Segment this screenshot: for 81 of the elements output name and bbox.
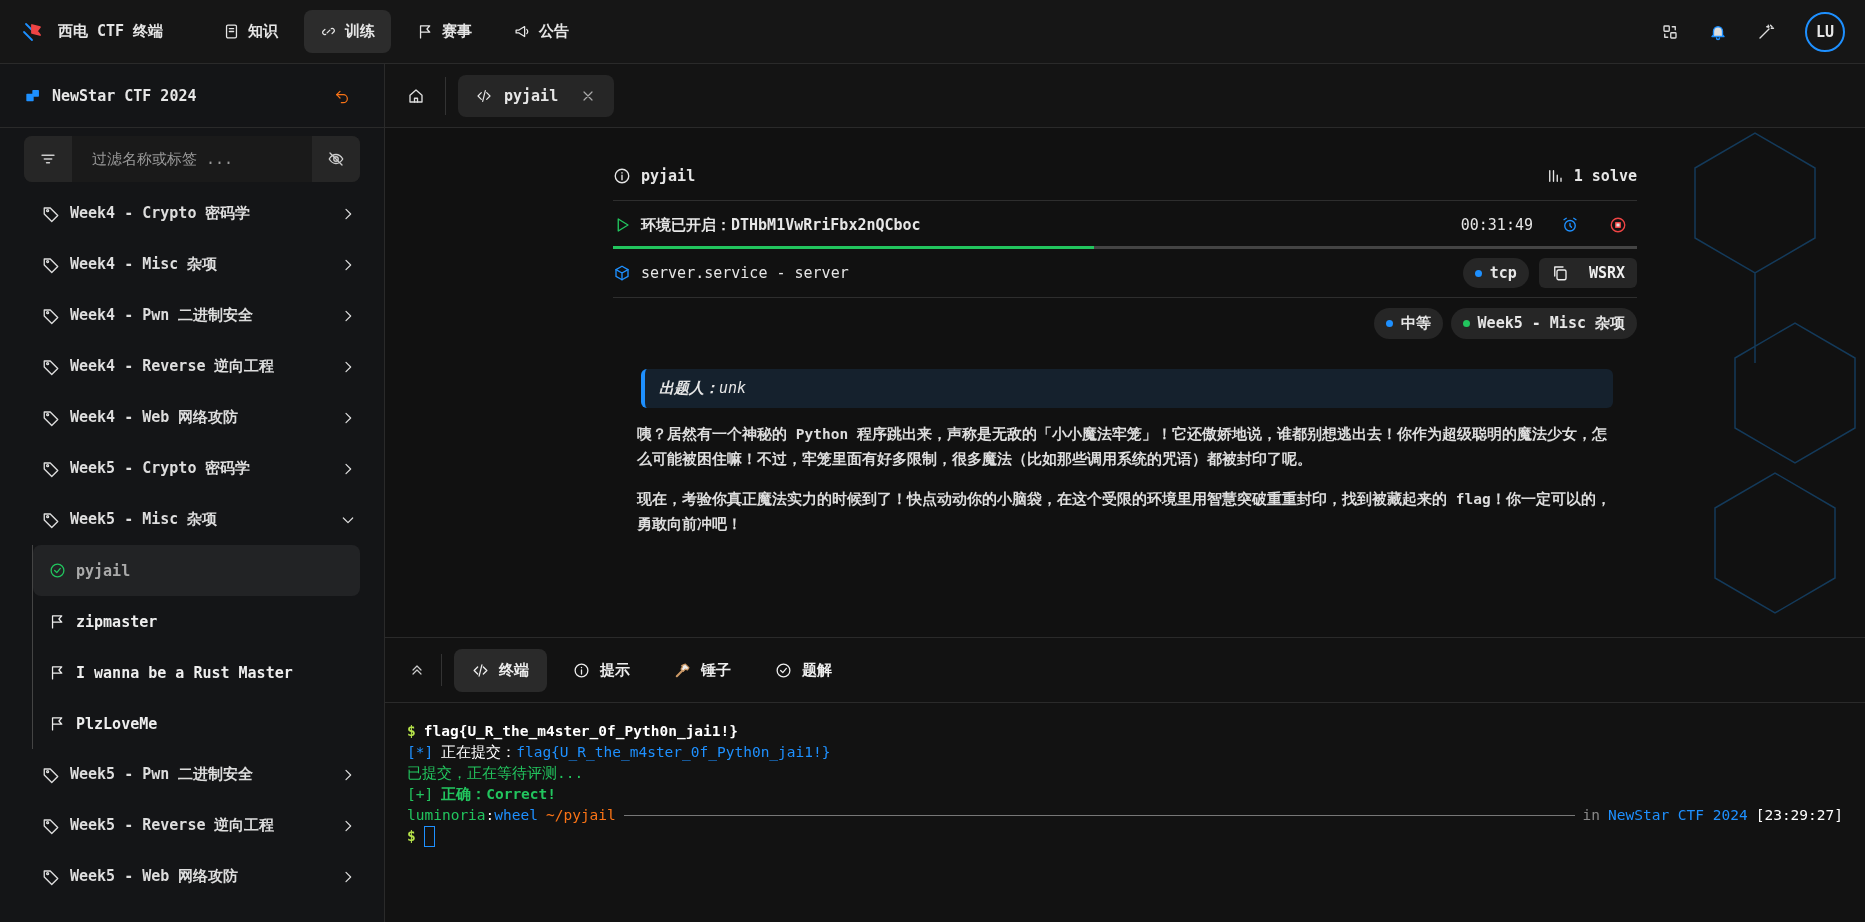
nav-tab[interactable]: 赛事 <box>401 10 489 53</box>
category-item[interactable]: Week4 - Crypto 密码学 <box>0 188 384 239</box>
category-item[interactable]: Week5 - Web 网络攻防 <box>0 851 384 902</box>
info-icon <box>573 661 590 679</box>
wsrx-button[interactable]: WSRX <box>1538 258 1637 288</box>
tag-icon <box>42 204 60 223</box>
terminal-command: flag{U_R_the_m4ster_0f_Pyth0n_jai1!} <box>423 722 738 742</box>
challenge-item[interactable]: pyjail <box>33 545 360 596</box>
nav-tab[interactable]: 公告 <box>498 10 586 53</box>
tag-icon <box>42 408 60 427</box>
protocol-badge: tcp <box>1462 258 1529 288</box>
tag-chip: 中等 <box>1373 308 1443 339</box>
editor-tab[interactable]: pyjail <box>458 74 615 117</box>
hammer-icon <box>674 661 691 679</box>
tag-icon <box>42 255 60 274</box>
terminal-value: flag{U_R_the_m4ster_0f_Pyth0n_jai1!} <box>516 743 831 763</box>
eye-off-icon <box>327 150 345 168</box>
tag-icon <box>42 510 60 529</box>
category-item[interactable]: Week5 - Crypto 密码学 <box>0 443 384 494</box>
category-item[interactable]: Week5 - Misc 杂项 <box>0 494 384 545</box>
hide-button[interactable] <box>312 136 360 182</box>
countdown-timer: 00:31:49 <box>1460 216 1533 234</box>
code-icon <box>472 661 489 679</box>
category-item[interactable]: Week4 - Misc 杂项 <box>0 239 384 290</box>
challenge-item[interactable]: PlzLoveMe <box>33 698 360 749</box>
terminal-path: ~/pyjail <box>545 806 616 826</box>
tag-icon <box>42 765 60 784</box>
challenge-item[interactable]: I wanna be a Rust Master <box>33 647 360 698</box>
terminal-host: wheel <box>494 806 538 826</box>
wand-icon <box>1757 22 1775 41</box>
prompt-symbol: $ <box>407 722 416 741</box>
tag-chip: Week5 - Misc 杂项 <box>1450 308 1637 339</box>
switch-icon <box>1661 22 1679 41</box>
author-callout: 出题人：unk <box>641 369 1613 408</box>
terminal-time: [23:29:27] <box>1755 806 1843 826</box>
category-item[interactable]: Week4 - Web 网络攻防 <box>0 392 384 443</box>
cube-icon <box>613 264 631 282</box>
category-item[interactable]: Week4 - Reverse 逆向工程 <box>0 341 384 392</box>
panel-tab[interactable]: 终端 <box>454 648 547 692</box>
solve-count: 1 solve <box>1573 167 1637 185</box>
terminal-label: 正在提交： <box>441 743 517 762</box>
sidebar-title: NewStar CTF 2024 <box>52 86 198 105</box>
brand-title: 西电 CTF 终端 <box>58 22 164 41</box>
category-item[interactable]: Week4 - Pwn 二进制安全 <box>0 290 384 341</box>
panel-tab[interactable]: 题解 <box>757 648 850 692</box>
description-paragraph: 咦？居然有一个神秘的 Python 程序跳出来，声称是无敌的「小小魔法牢笼」！它还傲娇地说，谁都别想逃出去！你作为超级聪明的魔法少女，怎么可能被困住嘛！不过，牢笼里面有好多限制，很多魔法（比如那些调用系统的咒语）都被封印了呢。 <box>637 425 1608 470</box>
description-paragraph: 现在，考验你真正魔法实力的时候到了！快点动动你的小脑袋，在这个受限的环境里用智慧突破重重封印，找到被藏起来的 flag！你一定可以的，勇敢向前冲吧！ <box>637 489 1612 535</box>
tag-icon <box>42 357 60 376</box>
terminal-prefix: [*] <box>407 743 434 762</box>
terminal-label: 正确： <box>441 785 487 805</box>
terminal-user: luminoria <box>407 806 486 826</box>
panel-tab[interactable]: 锤子 <box>656 648 749 692</box>
nav-tab[interactable]: 知识 <box>207 10 295 53</box>
terminal-status: 已提交，正在等待评测... <box>407 764 584 784</box>
challenge-item[interactable]: zipmaster <box>33 596 360 647</box>
tag-icon <box>42 459 60 478</box>
tag-icon <box>42 816 60 835</box>
alarm-clock-icon <box>1561 216 1579 234</box>
service-name: server.service - server <box>641 264 849 282</box>
panel-tab[interactable]: 提示 <box>555 648 648 692</box>
check-circle-icon <box>775 661 792 679</box>
code-icon <box>476 87 492 104</box>
tag-icon <box>42 306 60 325</box>
filter-input[interactable]: 过滤名称或标签 ... <box>72 136 312 182</box>
terminal-value: Correct! <box>486 785 557 805</box>
terminal-cursor[interactable] <box>423 826 435 848</box>
terminal-label: in <box>1582 806 1600 826</box>
prompt-symbol: $ <box>407 827 416 847</box>
category-item[interactable]: Week5 - Pwn 二进制安全 <box>0 749 384 800</box>
category-item[interactable]: Week5 - Reverse 逆向工程 <box>0 800 384 851</box>
info-icon <box>613 167 631 185</box>
challenge-title: pyjail <box>641 167 696 185</box>
terminal-prefix: [+] <box>407 785 434 805</box>
nav-tab[interactable]: 训练 <box>304 10 392 53</box>
terminal-separator: : <box>485 806 495 826</box>
user-avatar[interactable]: LU <box>1805 11 1845 52</box>
filter-button[interactable] <box>24 136 72 182</box>
environment-status: 环境已开启：DTHbM1VwRriFbx2nQCboc <box>641 215 921 235</box>
stop-icon <box>1609 216 1627 234</box>
terminal-project: NewStar CTF 2024 <box>1608 806 1748 826</box>
tag-icon <box>42 867 60 886</box>
